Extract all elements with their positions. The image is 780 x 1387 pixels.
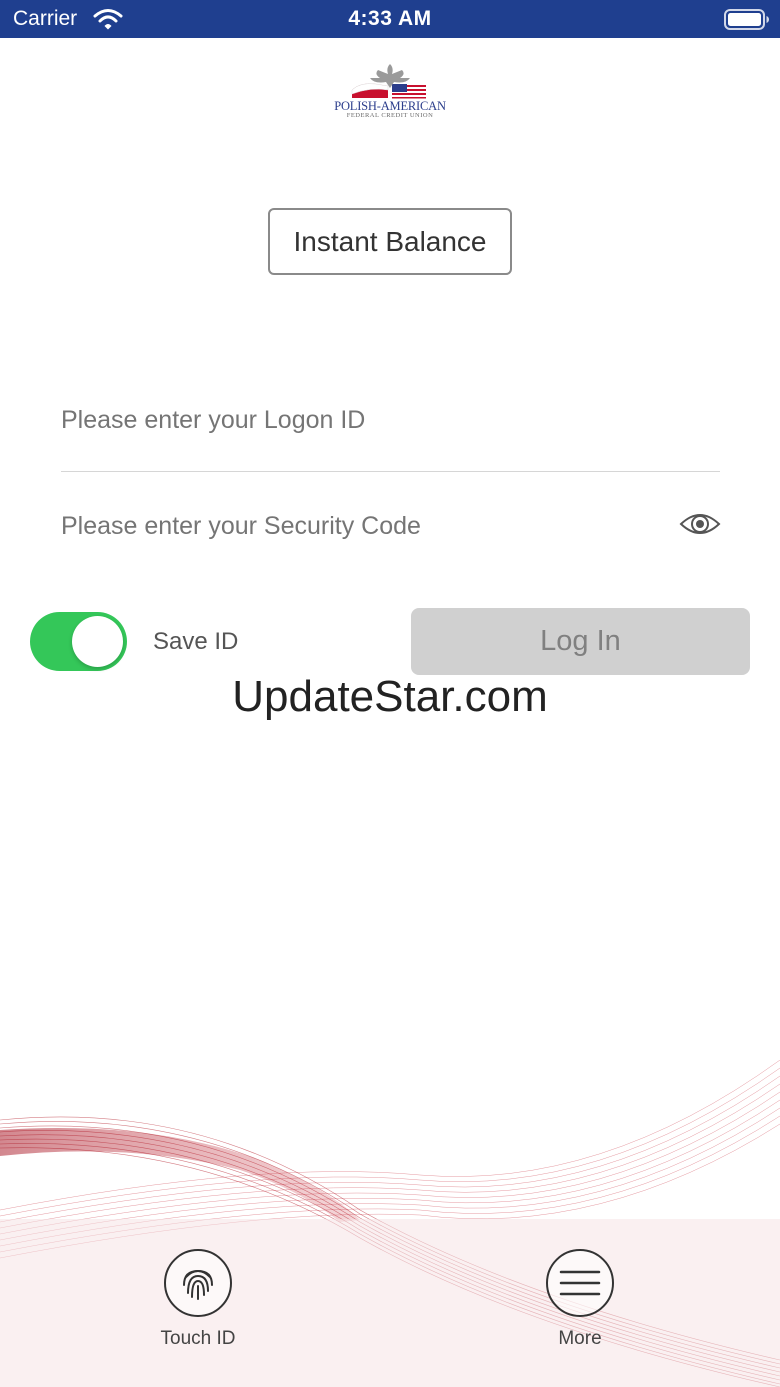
save-id-toggle[interactable] <box>30 612 127 671</box>
tab-more-label: More <box>558 1328 602 1349</box>
logon-divider <box>61 471 720 472</box>
battery-icon <box>724 9 769 30</box>
fingerprint-icon <box>164 1249 232 1317</box>
tab-touch-id-label: Touch ID <box>160 1328 236 1349</box>
logon-id-input[interactable] <box>61 400 720 440</box>
logo-subtitle: FEDERAL CREDIT UNION <box>346 112 434 119</box>
status-bar: Carrier 4:33 AM <box>0 0 780 38</box>
status-time: 4:33 AM <box>348 7 432 30</box>
save-id-label: Save ID <box>153 628 239 655</box>
tab-touch-id[interactable]: Touch ID <box>123 1249 273 1349</box>
tab-more[interactable]: More <box>505 1249 655 1349</box>
eagle-flag-icon <box>351 64 426 99</box>
instant-balance-button[interactable]: Instant Balance <box>268 208 512 275</box>
watermark: UpdateStar.com <box>232 672 548 721</box>
log-in-button[interactable]: Log In <box>411 608 750 675</box>
tab-bar: Touch ID More <box>0 1219 780 1387</box>
toggle-knob <box>72 616 123 667</box>
eye-icon[interactable] <box>679 508 721 540</box>
menu-icon <box>546 1249 614 1317</box>
security-code-input[interactable] <box>61 506 661 546</box>
credit-union-logo: POLISH-AMERICAN FEDERAL CREDIT UNION <box>330 60 450 124</box>
